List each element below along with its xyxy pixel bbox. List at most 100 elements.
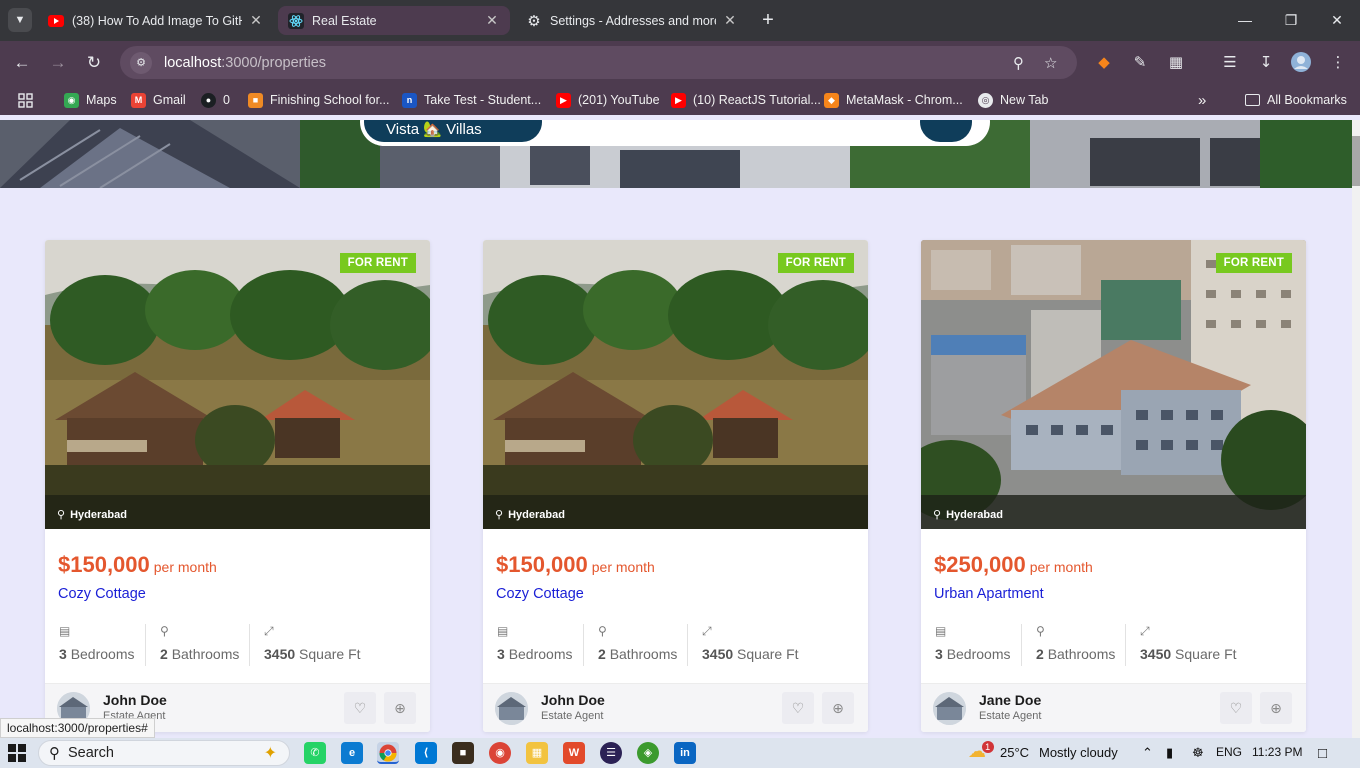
chrome-secondary-icon[interactable]: ◉ <box>489 742 511 764</box>
bookmark-github[interactable]: ● 0 <box>201 91 230 109</box>
bookmark-metamask[interactable]: ◆ MetaMask - Chrom... <box>824 91 963 109</box>
map-pin-icon: ⚲ <box>57 509 66 521</box>
apps-grid-icon[interactable] <box>18 91 33 109</box>
bookmark-maps[interactable]: ◉ Maps <box>64 91 117 109</box>
metamask-icon: ◆ <box>824 92 839 108</box>
browser-menu-icon[interactable]: ⋮ <box>1327 52 1349 74</box>
bookmark-label: Gmail <box>153 93 186 107</box>
bookmark-youtube[interactable]: ▶ (201) YouTube <box>556 91 660 109</box>
property-image[interactable] <box>483 240 868 529</box>
bookmark-reactjs-tutorial[interactable]: ▶ (10) ReactJS Tutorial... <box>671 91 821 109</box>
close-window-button[interactable]: ✕ <box>1314 6 1360 34</box>
n-icon: n <box>402 92 417 108</box>
globe-icon: ◎ <box>978 92 993 108</box>
favorite-heart-icon[interactable]: ♡ <box>1220 692 1252 724</box>
forward-button[interactable]: → <box>45 50 71 76</box>
property-price: $250,000 per month <box>934 552 1093 578</box>
close-icon[interactable]: ✕ <box>722 12 738 29</box>
expand-arrows-icon: ⤢ <box>264 624 274 638</box>
bathrooms-feature: ⚲ 2 Bathrooms <box>1021 624 1115 666</box>
property-image[interactable] <box>921 240 1306 529</box>
game-app-icon[interactable]: ■ <box>452 742 474 764</box>
bathrooms-count: 2 <box>598 646 606 662</box>
tray-chevron-up-icon[interactable]: ⌃ <box>1142 745 1153 761</box>
property-title-link[interactable]: Urban Apartment <box>934 586 1044 602</box>
reload-button[interactable]: ↻ <box>81 50 107 76</box>
whatsapp-icon[interactable]: ✆ <box>304 742 326 764</box>
taskbar-search-box[interactable]: ⚲ Search ✦ <box>38 740 290 766</box>
tab-youtube[interactable]: (38) How To Add Image To GitH ✕ <box>38 6 274 35</box>
property-title-link[interactable]: Cozy Cottage <box>496 586 584 602</box>
shower-icon: ⚲ <box>160 624 169 638</box>
search-button[interactable] <box>920 120 972 142</box>
green-app-icon[interactable]: ◈ <box>637 742 659 764</box>
clock-time[interactable]: 11:23 PM <box>1252 745 1302 759</box>
page-scrollbar[interactable] <box>1352 120 1360 738</box>
property-card[interactable]: FOR RENT ⚲ Hyderabad $150,000 per month … <box>483 240 868 732</box>
bookmark-take-test[interactable]: n Take Test - Student... <box>402 91 541 109</box>
download-icon[interactable]: ↧ <box>1255 52 1277 74</box>
bedrooms-feature: ▤ 3 Bedrooms <box>45 624 135 666</box>
bookmark-new-tab[interactable]: ◎ New Tab <box>978 91 1048 109</box>
bed-icon: ▤ <box>497 624 509 638</box>
pen-extension-icon[interactable]: ✎ <box>1129 52 1151 74</box>
area-unit: Square Ft <box>737 646 799 662</box>
bookmark-star-icon[interactable]: ☆ <box>1044 54 1057 72</box>
bookmark-finishing-school[interactable]: ■ Finishing School for... <box>248 91 390 109</box>
office-icon[interactable]: W <box>563 742 585 764</box>
property-card[interactable]: FOR RENT ⚲ Hyderabad $250,000 per month … <box>921 240 1306 732</box>
area-feature: ⤢ 3450 Square Ft <box>1125 624 1237 666</box>
tab-search-button[interactable]: ▼ <box>8 8 32 32</box>
favorite-heart-icon[interactable]: ♡ <box>782 692 814 724</box>
property-image[interactable] <box>45 240 430 529</box>
edge-icon[interactable]: e <box>341 742 363 764</box>
tab-title: (38) How To Add Image To GitH <box>72 13 242 28</box>
price-period: per month <box>153 559 217 575</box>
close-icon[interactable]: ✕ <box>248 12 264 29</box>
property-card[interactable]: FOR RENT ⚲ Hyderabad $150,000 per month … <box>45 240 430 732</box>
area-value: 3450 <box>264 646 296 662</box>
battery-icon[interactable]: ▮ <box>1166 745 1173 761</box>
agent-avatar[interactable] <box>933 692 966 725</box>
close-icon[interactable]: ✕ <box>484 12 500 29</box>
back-button[interactable]: ← <box>9 50 35 76</box>
notifications-icon[interactable]: □ <box>1318 745 1327 762</box>
site-info-icon[interactable]: ⚙ <box>130 51 152 74</box>
vscode-icon[interactable]: ⟨ <box>415 742 437 764</box>
weather-widget[interactable]: ☁ 1 <box>968 741 994 762</box>
language-indicator[interactable]: ENG <box>1216 745 1242 759</box>
wifi-icon[interactable]: ☸ <box>1192 745 1204 761</box>
minimize-button[interactable]: — <box>1222 6 1268 34</box>
add-plus-icon[interactable]: ⊕ <box>384 692 416 724</box>
search-input[interactable] <box>556 120 896 126</box>
scrollbar-thumb[interactable] <box>1352 136 1360 186</box>
profile-avatar-icon[interactable] <box>1290 52 1312 74</box>
bookmark-gmail[interactable]: M Gmail <box>131 91 186 109</box>
new-tab-button[interactable]: + <box>758 9 778 31</box>
area-feature: ⤢ 3450 Square Ft <box>249 624 361 666</box>
add-plus-icon[interactable]: ⊕ <box>822 692 854 724</box>
brand-logo[interactable]: Vista 🏡 Villas <box>364 120 542 142</box>
all-bookmarks-button[interactable]: All Bookmarks <box>1245 91 1347 109</box>
linkedin-icon[interactable]: in <box>674 742 696 764</box>
address-bar[interactable]: ⚙ localhost:3000/properties ⚲ ☆ <box>120 46 1077 79</box>
metamask-extension-icon[interactable]: ◆ <box>1093 52 1115 74</box>
restore-button[interactable]: ❐ <box>1268 6 1314 34</box>
eclipse-icon[interactable]: ☰ <box>600 742 622 764</box>
tab-settings[interactable]: ⚙ Settings - Addresses and more ✕ <box>516 6 748 35</box>
extensions-puzzle-icon[interactable]: ▦ <box>1165 52 1187 74</box>
favorite-heart-icon[interactable]: ♡ <box>344 692 376 724</box>
browser-toolbar: ← → ↻ ⚙ localhost:3000/properties ⚲ ☆ ◆ … <box>0 41 1360 85</box>
file-explorer-icon[interactable]: ▦ <box>526 742 548 764</box>
add-plus-icon[interactable]: ⊕ <box>1260 692 1292 724</box>
agent-footer: John Doe Estate Agent ♡ ⊕ <box>483 683 868 732</box>
agent-avatar[interactable] <box>495 692 528 725</box>
zoom-icon[interactable]: ⚲ <box>1013 54 1024 72</box>
tab-real-estate[interactable]: Real Estate ✕ <box>278 6 510 35</box>
chrome-icon[interactable] <box>377 742 399 764</box>
url-text[interactable]: localhost:3000/properties <box>164 55 326 71</box>
media-control-icon[interactable]: ☰ <box>1219 52 1241 74</box>
more-bookmarks-chevron-icon[interactable]: » <box>1198 91 1206 109</box>
property-title-link[interactable]: Cozy Cottage <box>58 586 146 602</box>
windows-start-icon[interactable] <box>8 744 26 762</box>
